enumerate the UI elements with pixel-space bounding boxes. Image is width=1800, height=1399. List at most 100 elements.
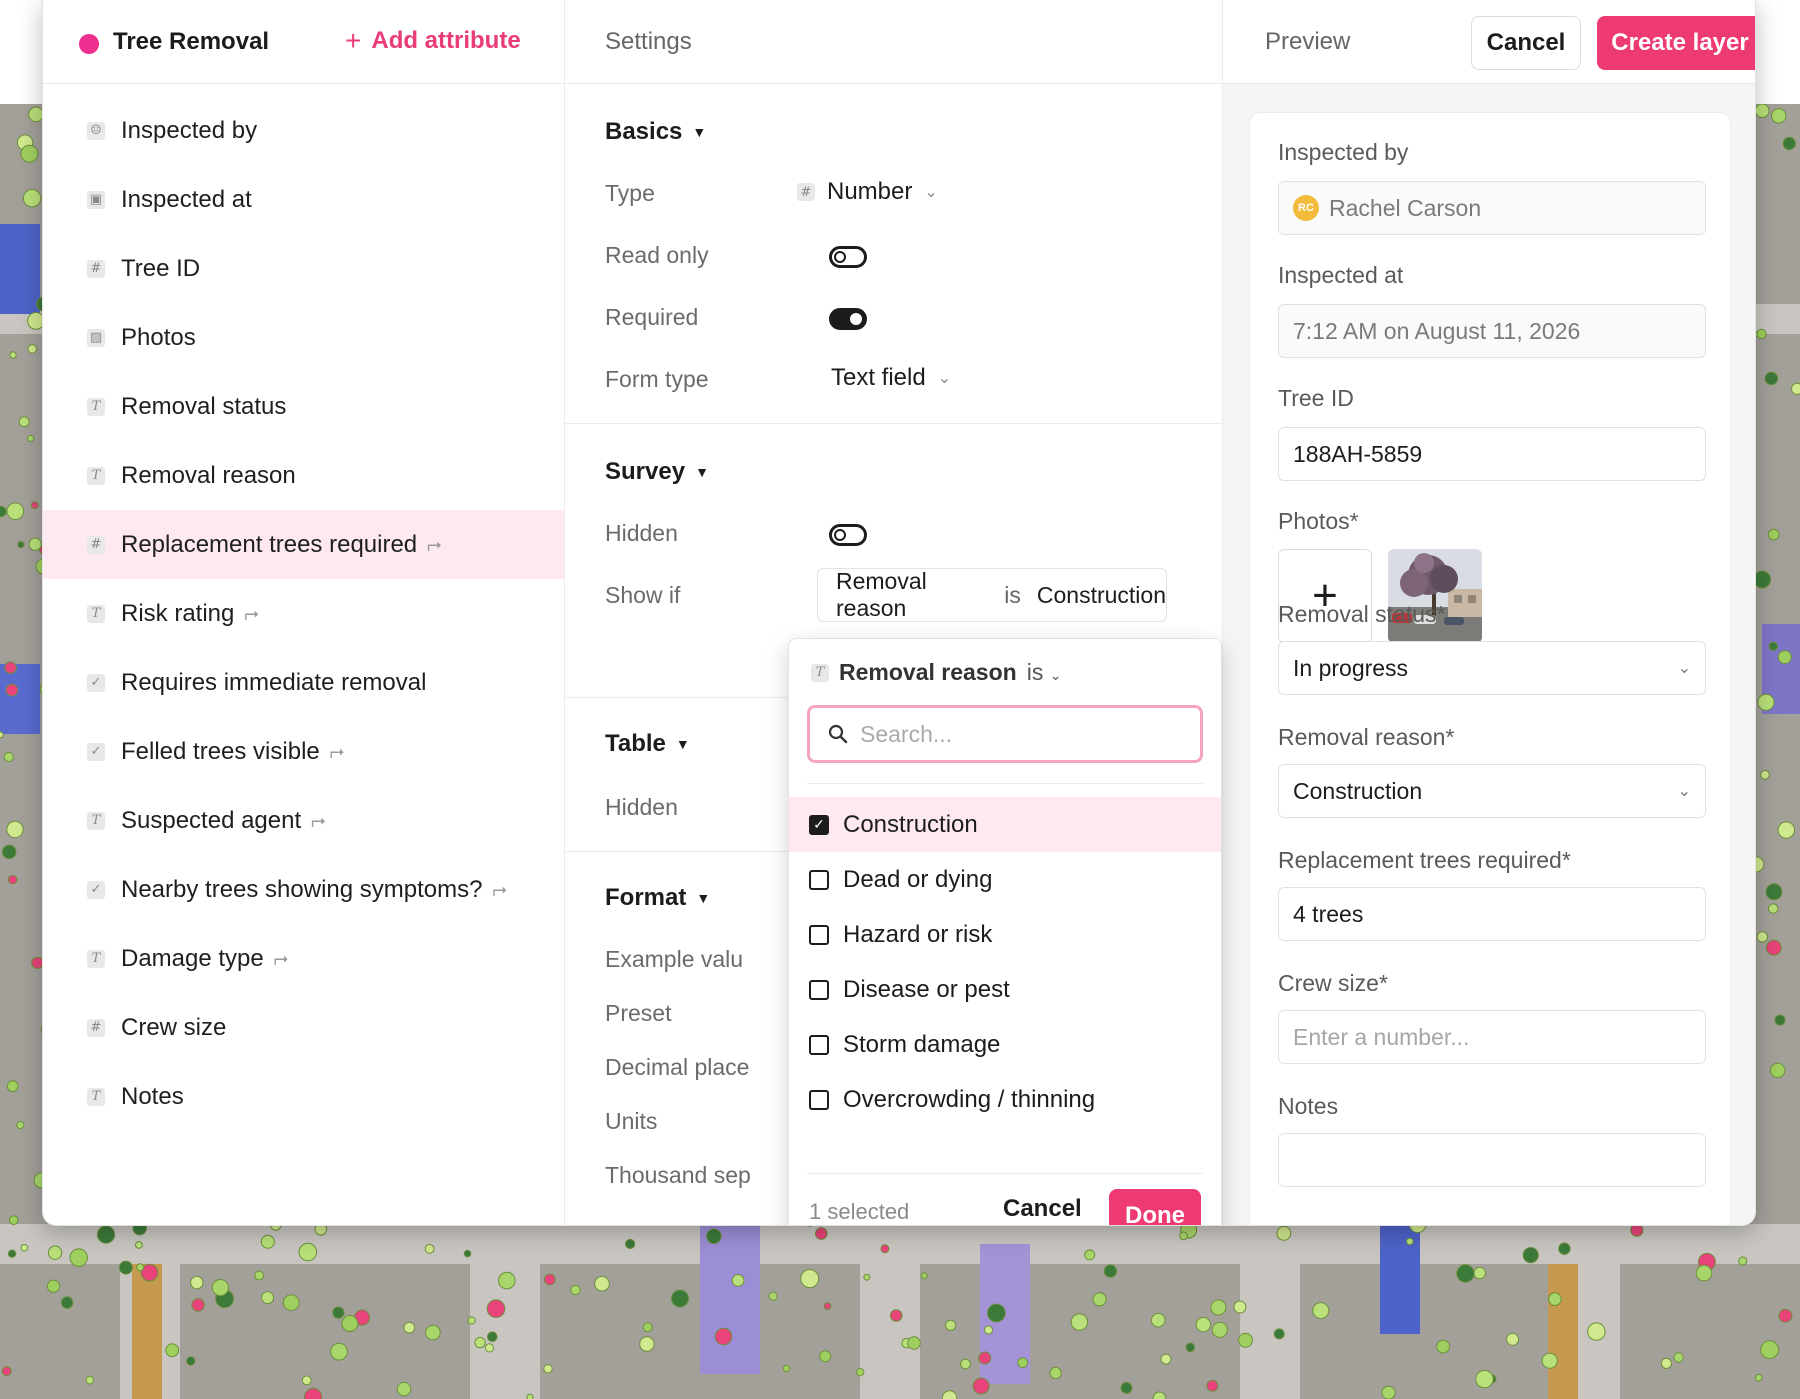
attribute-label: Damage type	[121, 944, 264, 972]
done-button[interactable]: Done	[1109, 1189, 1201, 1225]
option-label: Dead or dying	[843, 865, 993, 893]
attribute-label: Felled trees visible	[121, 737, 320, 765]
attribute-item[interactable]: T Suspected agent ⮣	[43, 786, 564, 855]
attribute-item[interactable]: T Removal status	[43, 372, 564, 441]
dropdown-option[interactable]: Storm damage	[789, 1017, 1221, 1072]
dropdown-option[interactable]: Overcrowding / thinning	[789, 1072, 1221, 1127]
photo-thumbnail[interactable]	[1388, 549, 1482, 643]
dropdown-option[interactable]: Hazard or risk	[789, 907, 1221, 962]
divider	[807, 783, 1203, 784]
checkbox-checked-icon[interactable]: ✓	[809, 814, 829, 835]
text-icon: T	[811, 663, 829, 682]
chevron-down-icon: ⌄	[924, 184, 938, 201]
dropdown-option[interactable]: Disease or pest	[789, 962, 1221, 1017]
checkbox-icon[interactable]	[809, 1034, 829, 1055]
add-attribute-label: Add attribute	[371, 27, 521, 54]
option-label: Construction	[843, 810, 978, 838]
dropdown-option[interactable]: ✓ Construction	[789, 797, 1221, 852]
basics-section: Basics ▼ Type # Number ⌄ Read only Requi…	[565, 84, 1222, 424]
condition-operator: is	[1004, 581, 1021, 608]
attribute-item[interactable]: # Replacement trees required ⮣	[43, 510, 564, 579]
required-toggle[interactable]	[829, 308, 867, 330]
preview-header: Preview Cancel Create layer	[1223, 0, 1755, 84]
survey-hidden-toggle[interactable]	[829, 524, 867, 546]
toggle-knob	[850, 313, 862, 325]
table-title: Table	[605, 730, 666, 757]
dropdown-cancel-button[interactable]: Cancel	[1003, 1195, 1082, 1223]
removal-reason-select[interactable]: Construction ⌄	[1278, 764, 1706, 818]
selected-count: 1 selected	[809, 1199, 910, 1224]
checkbox-icon[interactable]	[809, 979, 829, 1000]
tree-id-value: 188AH-5859	[1293, 440, 1423, 467]
number-icon: #	[87, 535, 105, 554]
attribute-item[interactable]: ✓ Nearby trees showing symptoms? ⮣	[43, 855, 564, 924]
checkbox-icon[interactable]	[809, 869, 829, 890]
attribute-item[interactable]: # Crew size	[43, 993, 564, 1062]
replacement-trees-value: 4 trees	[1293, 900, 1364, 927]
chevron-down-icon: ⌄	[937, 370, 952, 387]
attribute-label: Removal reason	[121, 461, 296, 489]
format-title: Format	[605, 884, 687, 911]
tree-id-input[interactable]: 188AH-5859	[1278, 427, 1706, 481]
number-icon: #	[87, 1018, 105, 1037]
create-layer-button[interactable]: Create layer	[1597, 16, 1755, 70]
attribute-item[interactable]: ✓ Felled trees visible ⮣	[43, 717, 564, 786]
removal-status-label: Removal status*	[1278, 601, 1446, 627]
condition-field: Removal reason	[836, 568, 927, 621]
survey-section-toggle[interactable]: Survey ▼	[605, 458, 709, 486]
settings-header: Settings	[565, 0, 1222, 84]
chevron-down-icon: ⌄	[1677, 660, 1691, 677]
checkbox-icon[interactable]	[809, 924, 829, 945]
attribute-label: Inspected by	[121, 116, 258, 144]
add-attribute-button[interactable]: + Add attribute	[345, 27, 521, 55]
caret-down-icon: ▼	[692, 124, 707, 140]
option-label: Disease or pest	[843, 975, 1010, 1003]
add-photo-button[interactable]: +	[1278, 549, 1372, 643]
attribute-item[interactable]: T Notes	[43, 1062, 564, 1131]
checkbox-icon: ✓	[87, 742, 105, 761]
search-icon	[828, 724, 848, 744]
attribute-item[interactable]: ✓ Requires immediate removal	[43, 648, 564, 717]
attribute-item[interactable]: # Tree ID	[43, 234, 564, 303]
type-select[interactable]: # Number ⌄	[797, 178, 938, 206]
checkbox-icon[interactable]	[809, 1089, 829, 1110]
attribute-item[interactable]: ▣ Inspected at	[43, 165, 564, 234]
attribute-label: Notes	[121, 1082, 184, 1110]
attribute-item[interactable]: T Removal reason	[43, 441, 564, 510]
show-if-condition[interactable]: Removal reason is Construction	[817, 568, 1167, 622]
notes-input[interactable]	[1278, 1133, 1706, 1187]
layer-color-dot	[79, 34, 99, 54]
search-input[interactable]	[860, 720, 1180, 748]
checkbox-icon: ✓	[87, 880, 105, 899]
replacement-trees-input[interactable]: 4 trees	[1278, 887, 1706, 941]
required-label: Required	[605, 304, 699, 330]
attribute-label: Risk rating	[121, 599, 235, 627]
caret-down-icon: ▼	[696, 890, 711, 906]
cancel-button[interactable]: Cancel	[1471, 16, 1581, 70]
number-icon: #	[87, 259, 105, 278]
operator-select[interactable]: is ⌄	[1027, 659, 1062, 686]
inspected-at-label: Inspected at	[1278, 262, 1404, 288]
removal-status-select[interactable]: In progress ⌄	[1278, 641, 1706, 695]
read-only-toggle[interactable]	[829, 246, 867, 268]
removal-status-value: In progress	[1293, 654, 1409, 681]
calendar-icon: ▣	[87, 190, 105, 209]
attribute-item[interactable]: T Risk rating ⮣	[43, 579, 564, 648]
format-row-label: Units	[605, 1108, 658, 1134]
dropdown-header: T Removal reason is ⌄	[811, 659, 1061, 686]
option-label: Overcrowding / thinning	[843, 1085, 1096, 1113]
crew-size-input[interactable]: Enter a number...	[1278, 1010, 1706, 1064]
table-section-toggle[interactable]: Table ▼	[605, 730, 690, 758]
attribute-item[interactable]: ▨ Photos	[43, 303, 564, 372]
attribute-item[interactable]: T Damage type ⮣	[43, 924, 564, 993]
image-icon: ▨	[87, 328, 105, 347]
attribute-label: Photos	[121, 323, 196, 351]
type-label: Type	[605, 180, 655, 206]
dropdown-option[interactable]: Dead or dying	[789, 852, 1221, 907]
attribute-item[interactable]: ☺ Inspected by	[43, 96, 564, 165]
basics-section-toggle[interactable]: Basics ▼	[605, 118, 706, 146]
format-section-toggle[interactable]: Format ▼	[605, 884, 710, 912]
attribute-label: Suspected agent	[121, 806, 302, 834]
form-type-select[interactable]: Text field ⌄	[831, 364, 951, 392]
show-if-label: Show if	[605, 582, 681, 608]
